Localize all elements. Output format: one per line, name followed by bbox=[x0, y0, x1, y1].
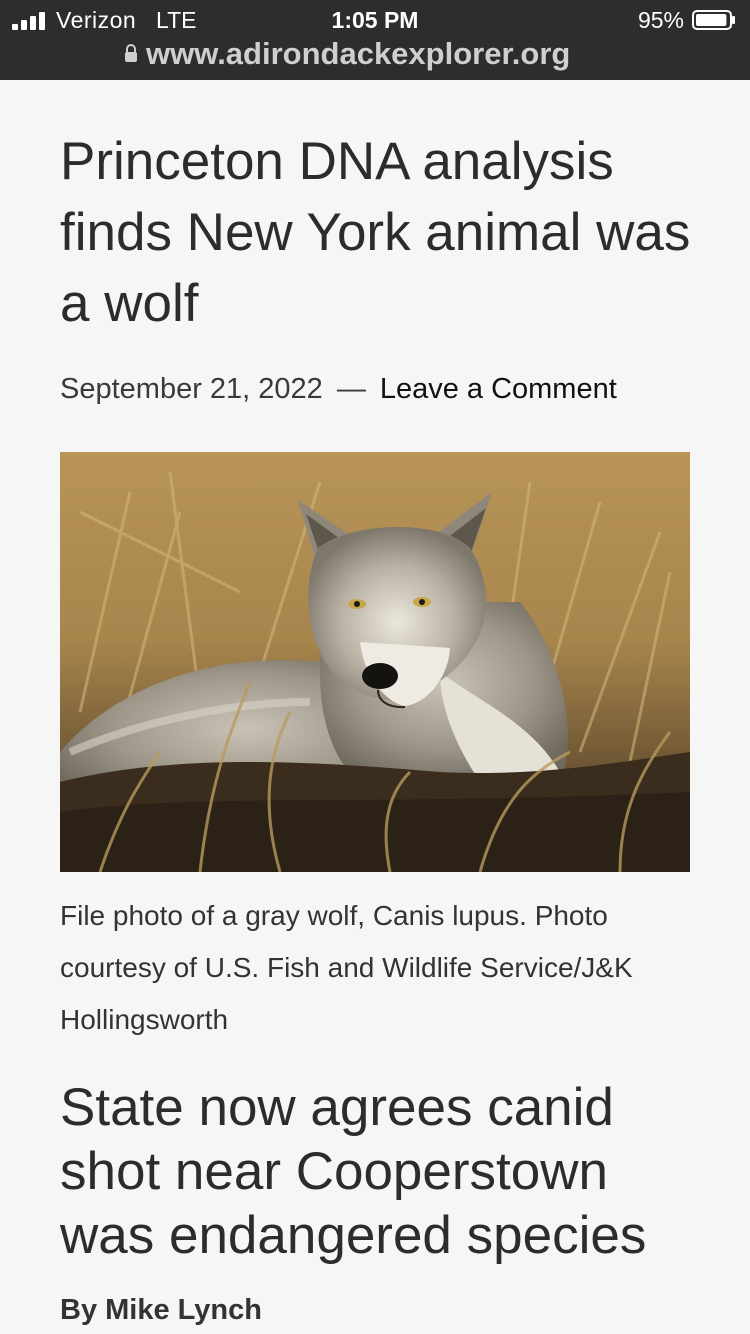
image-caption: File photo of a gray wolf, Canis lupus. … bbox=[60, 900, 633, 1035]
lock-icon bbox=[125, 44, 137, 62]
article-subheadline: State now agrees canid shot near Coopers… bbox=[60, 1078, 647, 1265]
battery-icon bbox=[692, 10, 735, 30]
carrier-name: Verizon bbox=[56, 7, 137, 33]
battery-percent: 95% bbox=[637, 7, 684, 33]
publish-date: September 21, 2022 bbox=[60, 373, 323, 405]
article-byline: By Mike Lynch bbox=[60, 1294, 262, 1326]
article-header: Princeton DNA analysis finds New York an… bbox=[60, 126, 700, 409]
article-headline: Princeton DNA analysis finds New York an… bbox=[60, 132, 691, 333]
status-bar: Verizon LTE 1:05 PM 95% www.adirondackex… bbox=[0, 0, 750, 80]
meta-separator: — bbox=[336, 373, 366, 405]
leave-comment-link[interactable]: Leave a Comment bbox=[380, 373, 617, 405]
url-text[interactable]: www.adirondackexplorer.org bbox=[146, 36, 570, 72]
wolf-photo[interactable] bbox=[60, 452, 690, 872]
signal-bars-icon bbox=[12, 12, 45, 30]
article-meta: September 21, 2022 — Leave a Comment bbox=[60, 369, 700, 409]
network-type: LTE bbox=[156, 7, 197, 33]
wolf-image bbox=[60, 452, 690, 872]
address-bar[interactable]: www.adirondackexplorer.org bbox=[0, 36, 750, 74]
